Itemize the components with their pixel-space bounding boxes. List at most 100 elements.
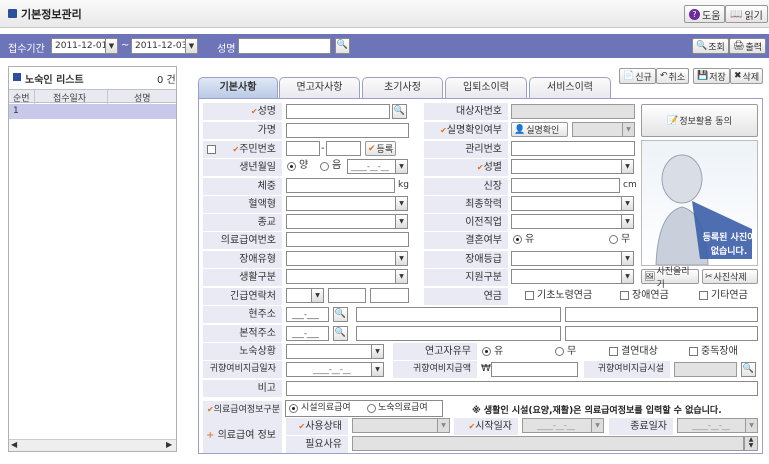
horizontal-scrollbar[interactable]: ◀ ▶: [9, 439, 176, 451]
return-amount-input[interactable]: [491, 362, 578, 377]
rrn-back-input[interactable]: [326, 141, 361, 156]
table-row[interactable]: 1: [9, 104, 176, 119]
read-button[interactable]: 📖 읽기: [725, 5, 768, 23]
print-button[interactable]: 🖨 출력: [729, 38, 766, 54]
origin-addr-label: 본적주소: [203, 325, 282, 342]
pension-disab-label: 장애연금: [632, 290, 669, 301]
alcohol-checkbox[interactable]: [689, 347, 698, 356]
tab-admission-history[interactable]: 입퇴소이력: [445, 77, 527, 98]
origin-zip-input[interactable]: ___-___: [286, 326, 329, 341]
height-input[interactable]: [511, 178, 620, 193]
education-select[interactable]: [511, 196, 634, 211]
disability-label: 장애유형: [203, 251, 282, 268]
col-name[interactable]: 성명: [134, 91, 151, 104]
cm-unit: cm: [623, 180, 637, 190]
photo-delete-button[interactable]: ✂ 사진삭제: [702, 269, 758, 284]
date-to-input[interactable]: 2011-12-03: [131, 38, 186, 54]
title-icon: [8, 9, 17, 18]
scroll-left-icon[interactable]: ◀: [11, 440, 17, 449]
married-no-radio[interactable]: [609, 235, 618, 244]
date-separator: ~: [121, 40, 130, 51]
homeless-select[interactable]: [286, 344, 384, 359]
register-button[interactable]: ✔ 등록: [365, 141, 397, 156]
medical-no-input[interactable]: [286, 232, 409, 247]
return-place-button[interactable]: 🔍: [741, 362, 756, 377]
read-icon: 📖: [730, 8, 743, 20]
origin-addr-input[interactable]: [356, 326, 561, 341]
real-name-button[interactable]: 👤 실명확인: [511, 122, 568, 137]
med-type-label: ✔의료급여정보구분: [203, 401, 282, 418]
gender-select[interactable]: [511, 159, 634, 174]
transfer-checkbox[interactable]: [609, 347, 618, 356]
name-search-input[interactable]: [238, 38, 331, 54]
pension-basic-checkbox[interactable]: [525, 291, 534, 300]
current-addr-input[interactable]: [356, 307, 561, 322]
solar-radio[interactable]: [287, 162, 296, 171]
prev-job-select[interactable]: [511, 214, 634, 229]
photo-upload-button[interactable]: 🖼 사진올리기: [641, 267, 699, 290]
disability-grade-label: 장애등급: [424, 251, 508, 268]
emergency-last-input[interactable]: [370, 288, 409, 303]
support-select[interactable]: [511, 269, 634, 284]
disability-select[interactable]: [286, 251, 408, 266]
manage-no-input[interactable]: [511, 141, 635, 156]
living-select[interactable]: [286, 269, 408, 284]
current-addr-detail-input[interactable]: [565, 307, 758, 322]
current-addr-label: 현주소: [203, 306, 282, 323]
med-notice: ※ 생활인 시설(요양,재활)은 의료급여정보를 입력할 수 없습니다.: [472, 406, 722, 416]
document-icon: 📝: [667, 115, 679, 126]
tab-basic[interactable]: 기본사항: [198, 77, 278, 98]
blood-select[interactable]: [286, 196, 408, 211]
family-yes-radio[interactable]: [482, 347, 491, 356]
med-facility-radio[interactable]: [289, 404, 298, 413]
birth-date-select[interactable]: ____-__-__: [347, 159, 408, 174]
weight-input[interactable]: [286, 178, 395, 193]
name-search-button[interactable]: 🔍: [335, 38, 350, 54]
medical-no-label: 의료급여번호: [203, 232, 282, 249]
pension-etc-checkbox[interactable]: [699, 291, 708, 300]
med-homeless-radio[interactable]: [367, 404, 376, 413]
manage-no-label: 관리번호: [424, 141, 508, 158]
name-input[interactable]: [286, 104, 390, 119]
save-button[interactable]: 💾 저장: [693, 68, 730, 84]
current-zip-button[interactable]: 🔍: [333, 307, 348, 322]
tab-relative[interactable]: 면고자사항: [279, 77, 360, 98]
name-lookup-button[interactable]: 🔍: [392, 104, 407, 119]
family-no-radio[interactable]: [555, 347, 564, 356]
cancel-button[interactable]: ↶ 취소: [656, 68, 690, 84]
tab-service-history[interactable]: 서비스이력: [529, 77, 611, 98]
new-icon: 📄: [623, 71, 635, 81]
start-date-label: ✔시작일자: [454, 418, 518, 435]
col-seq[interactable]: 순번: [13, 91, 30, 104]
rrn-checkbox[interactable]: [207, 145, 216, 154]
delete-button[interactable]: ✖ 삭제: [730, 68, 764, 84]
col-date[interactable]: 접수일자: [53, 91, 86, 104]
pension-disab-checkbox[interactable]: [620, 291, 629, 300]
tab-initial[interactable]: 초기사정: [362, 77, 443, 98]
help-button[interactable]: ? 도움: [684, 5, 726, 23]
reason-scroll[interactable]: ▲ ▼: [744, 436, 758, 451]
photo-placeholder: 등록된 사진이 없습니다.: [641, 140, 758, 266]
emergency-mid-input[interactable]: [328, 288, 366, 303]
emergency-select[interactable]: [286, 288, 324, 303]
scroll-right-icon[interactable]: ▶: [166, 440, 172, 449]
religion-select[interactable]: [286, 214, 408, 229]
married-yes-radio[interactable]: [513, 235, 522, 244]
query-button[interactable]: 🔍 조회: [692, 38, 729, 54]
origin-zip-button[interactable]: 🔍: [333, 326, 348, 341]
info-consent-button[interactable]: 📝 정보활용 동의: [641, 104, 758, 137]
name-field-label: ✔성명: [203, 103, 282, 120]
origin-addr-detail-input[interactable]: [565, 326, 758, 341]
alias-input[interactable]: [286, 123, 409, 138]
disability-grade-select[interactable]: [511, 251, 634, 266]
note-input[interactable]: [286, 381, 758, 396]
date-from-dropdown[interactable]: ▼: [105, 38, 118, 54]
return-date-select[interactable]: ____-__-__: [286, 362, 384, 377]
new-button[interactable]: 📄 신규: [619, 68, 656, 84]
date-from-input[interactable]: 2011-12-01: [51, 38, 106, 54]
lunar-radio[interactable]: [320, 162, 329, 171]
rrn-front-input[interactable]: [286, 141, 320, 156]
date-to-dropdown[interactable]: ▼: [185, 38, 198, 54]
pension-label: 연금: [424, 288, 508, 305]
current-zip-input[interactable]: ___-___: [286, 307, 329, 322]
